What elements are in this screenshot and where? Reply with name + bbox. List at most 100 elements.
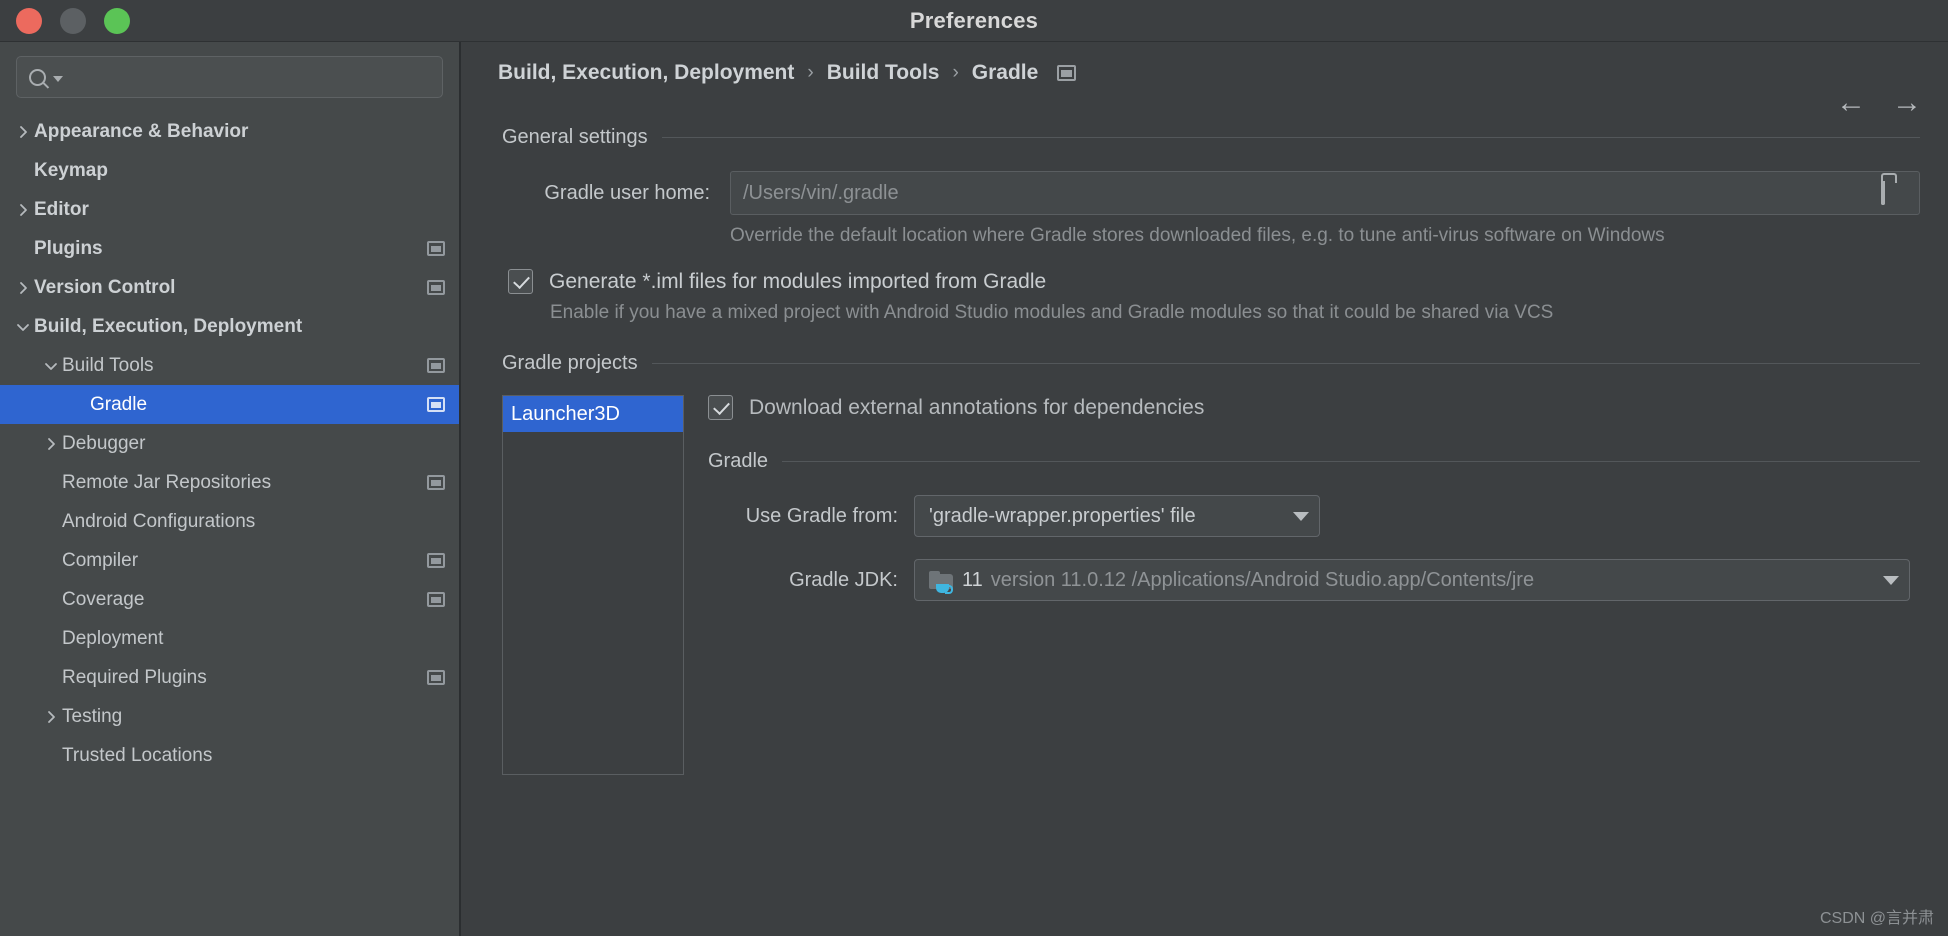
sidebar-item-label: Keymap [34,159,108,181]
chevron-down-icon [1883,575,1899,585]
search-input[interactable] [69,68,430,86]
preferences-window: Preferences Appearance & Behavior Keymap E… [0,0,1948,936]
gradle-user-home-field[interactable]: /Users/vin/.gradle [730,171,1920,215]
breadcrumb-separator: › [952,62,959,83]
gradle-jdk-version: 11 [962,568,983,591]
sidebar-item-label: Build Tools [62,354,154,376]
chevron-right-icon[interactable] [40,437,62,451]
download-annotations-label: Download external annotations for depend… [749,395,1205,419]
sidebar-item-coverage[interactable]: Coverage [0,580,459,619]
use-gradle-from-label: Use Gradle from: [745,504,898,527]
sidebar-item-deployment[interactable]: Deployment [0,619,459,658]
sidebar-item-appearance-behavior[interactable]: Appearance & Behavior [0,112,459,151]
gradle-user-home-label: Gradle user home: [544,181,710,204]
settings-tree: Appearance & Behavior Keymap Editor Plugins… [0,112,459,775]
generate-iml-label: Generate *.iml files for modules importe… [549,269,1047,293]
project-scope-icon[interactable] [427,670,445,685]
sidebar-item-compiler[interactable]: Compiler [0,541,459,580]
gradle-user-home-hint-row: Override the default location where Grad… [460,225,1948,247]
breadcrumb-separator: › [807,62,814,83]
gradle-jdk-path: version 11.0.12 /Applications/Android St… [990,568,1535,591]
project-scope-icon[interactable] [427,592,445,607]
chevron-right-icon[interactable] [12,203,34,217]
sidebar-item-label: Plugins [34,237,103,259]
breadcrumb: Build, Execution, Deployment › Build Too… [460,42,1948,104]
project-scope-icon[interactable] [427,358,445,373]
gradle-projects-body: Launcher3D Download external annotations… [460,395,1948,775]
generate-iml-hint: Enable if you have a mixed project with … [550,302,1554,323]
generate-iml-checkbox[interactable] [508,269,533,294]
breadcrumb-item-1[interactable]: Build Tools [827,61,940,85]
sidebar-item-label: Coverage [62,588,145,610]
use-gradle-from-dropdown[interactable]: 'gradle-wrapper.properties' file [914,495,1320,537]
sidebar-item-remote-jar-repositories[interactable]: Remote Jar Repositories [0,463,459,502]
gradle-subsection-header: Gradle [708,450,1920,473]
gradle-user-home-hint: Override the default location where Grad… [730,225,1665,246]
sidebar-item-editor[interactable]: Editor [0,190,459,229]
sidebar-item-label: Debugger [62,432,146,454]
gradle-jdk-dropdown[interactable]: 11 version 11.0.12 /Applications/Android… [914,559,1910,601]
settings-content: General settings Gradle user home: /User… [460,104,1948,775]
chevron-down-icon[interactable] [12,320,34,334]
chevron-down-icon[interactable] [40,359,62,373]
search-icon [29,68,46,86]
sidebar-item-version-control[interactable]: Version Control [0,268,459,307]
sidebar-item-label: Testing [62,705,123,727]
project-scope-icon[interactable] [1057,65,1077,81]
gradle-projects-header: Gradle projects [460,352,1948,375]
section-divider [651,363,1920,364]
chevron-right-icon[interactable] [12,125,34,139]
generate-iml-row[interactable]: Generate *.iml files for modules importe… [460,269,1948,294]
folder-icon [1881,181,1885,205]
gradle-projects-list[interactable]: Launcher3D [502,395,684,775]
gradle-user-home-row: Gradle user home: /Users/vin/.gradle [460,171,1948,215]
sidebar-item-gradle[interactable]: Gradle [0,385,459,424]
chevron-down-icon [53,76,63,82]
breadcrumb-item-2[interactable]: Gradle [972,61,1039,85]
browse-folder-button[interactable] [1881,181,1911,205]
project-scope-icon[interactable] [427,280,445,295]
search-area [0,42,459,108]
gradle-projects-title: Gradle projects [502,352,638,374]
sidebar-item-label: Trusted Locations [62,744,213,766]
watermark: CSDN @言并肃 [1819,910,1934,927]
sidebar-item-build-tools[interactable]: Build Tools [0,346,459,385]
sidebar-item-build-execution-deployment[interactable]: Build, Execution, Deployment [0,307,459,346]
breadcrumb-item-0[interactable]: Build, Execution, Deployment [498,61,794,85]
general-settings-title: General settings [502,126,648,148]
sidebar-item-label: Version Control [34,276,176,298]
project-scope-icon[interactable] [427,241,445,256]
jdk-folder-icon [929,569,955,594]
project-scope-icon[interactable] [427,553,445,568]
gradle-user-home-value: /Users/vin/.gradle [743,181,899,204]
settings-sidebar: Appearance & Behavior Keymap Editor Plugins… [0,42,460,936]
search-box[interactable] [16,56,443,98]
window-title: Preferences [909,7,1039,33]
sidebar-item-keymap[interactable]: Keymap [0,151,459,190]
sidebar-item-label: Appearance & Behavior [34,120,249,142]
gradle-subsection-title: Gradle [708,450,769,472]
chevron-right-icon[interactable] [12,281,34,295]
sidebar-item-android-configurations[interactable]: Android Configurations [0,502,459,541]
sidebar-item-label: Remote Jar Repositories [62,471,272,493]
sidebar-item-label: Compiler [62,549,139,571]
sidebar-item-label: Deployment [62,627,164,649]
sidebar-item-testing[interactable]: Testing [0,697,459,736]
list-item[interactable]: Launcher3D [503,396,683,432]
sidebar-item-label: Required Plugins [62,666,207,688]
sidebar-item-required-plugins[interactable]: Required Plugins [0,658,459,697]
sidebar-item-debugger[interactable]: Debugger [0,424,459,463]
section-divider [782,461,1920,462]
general-settings-header: General settings [460,126,1948,149]
settings-main-panel: Build, Execution, Deployment › Build Too… [460,42,1948,936]
download-annotations-checkbox[interactable] [708,395,733,420]
project-scope-icon[interactable] [427,397,445,412]
project-scope-icon[interactable] [427,475,445,490]
sidebar-item-trusted-locations[interactable]: Trusted Locations [0,736,459,775]
gradle-jdk-row: Gradle JDK: 11 version 11.0.12 /Applicat… [708,559,1920,601]
download-annotations-row[interactable]: Download external annotations for depend… [708,395,1920,420]
sidebar-item-label: Android Configurations [62,510,256,532]
sidebar-item-plugins[interactable]: Plugins [0,229,459,268]
chevron-right-icon[interactable] [40,710,62,724]
title-bar: Preferences [0,0,1948,42]
